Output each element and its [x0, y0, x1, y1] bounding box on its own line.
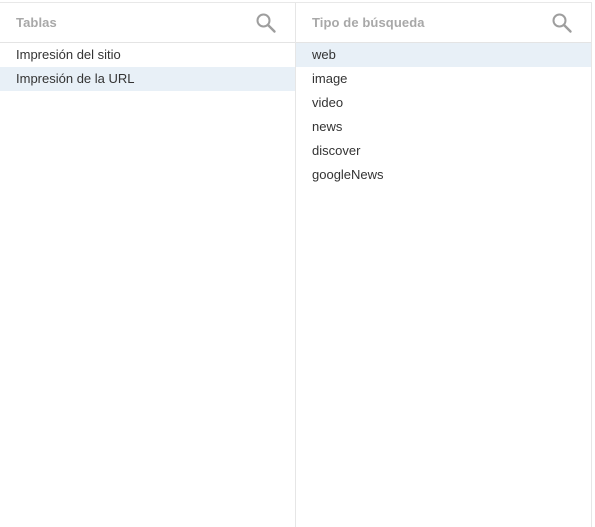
tables-panel-title: Tablas: [16, 15, 57, 30]
list-item-google-news[interactable]: googleNews: [296, 163, 591, 187]
search-type-panel: Tipo de búsqueda web image video news di…: [296, 3, 592, 527]
list-item-web[interactable]: web: [296, 43, 591, 67]
list-item-discover[interactable]: discover: [296, 139, 591, 163]
search-icon[interactable]: [255, 12, 277, 34]
search-icon[interactable]: [551, 12, 573, 34]
list-item-image[interactable]: image: [296, 67, 591, 91]
search-type-panel-header: Tipo de búsqueda: [296, 3, 591, 43]
list-item-news[interactable]: news: [296, 115, 591, 139]
tables-list: Impresión del sitio Impresión de la URL: [0, 43, 295, 91]
list-item-video[interactable]: video: [296, 91, 591, 115]
tables-panel: Tablas Impresión del sitio Impresión de …: [0, 3, 296, 527]
tables-panel-header: Tablas: [0, 3, 295, 43]
search-type-panel-title: Tipo de búsqueda: [312, 15, 425, 30]
list-item-url-impression[interactable]: Impresión de la URL: [0, 67, 295, 91]
list-item-site-impression[interactable]: Impresión del sitio: [0, 43, 295, 67]
search-type-list: web image video news discover googleNews: [296, 43, 591, 187]
